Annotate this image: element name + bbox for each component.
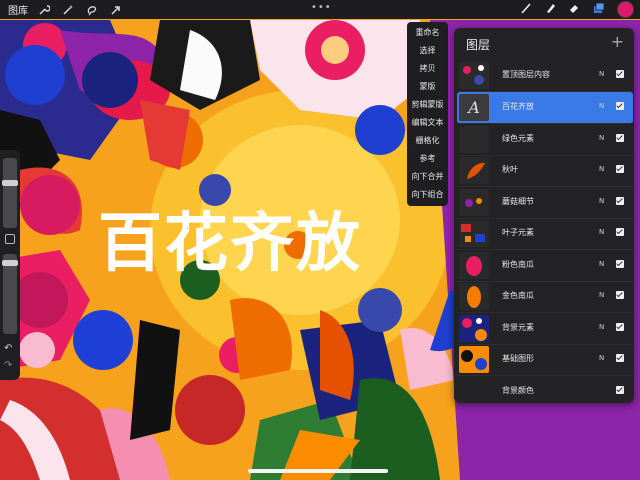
- visibility-checkbox[interactable]: [616, 165, 624, 173]
- blend-mode-button[interactable]: N: [599, 134, 604, 142]
- layer-row[interactable]: 粉色南瓜 N: [457, 250, 633, 282]
- blend-mode-button[interactable]: N: [599, 102, 604, 110]
- menu-item-merge-down[interactable]: 向下合并: [407, 168, 448, 186]
- layer-row[interactable]: 绿色元素 N: [457, 124, 633, 156]
- top-toolbar: 图库 •••: [0, 0, 640, 19]
- left-sidebar: ↶ ↷: [0, 150, 20, 380]
- layer-row[interactable]: 背景元素 N: [457, 313, 633, 345]
- layer-row[interactable]: 叶子元素 N: [457, 218, 633, 250]
- color-swatch[interactable]: [617, 1, 634, 18]
- tool-group: [520, 1, 634, 18]
- brush-size-slider[interactable]: [2, 158, 18, 228]
- layer-options-menu: 重命名 选择 拷贝 蒙版 剪辑蒙版 编辑文本 栅格化 参考 向下合并 向下组合: [407, 22, 448, 206]
- layer-thumbnail: [459, 220, 489, 247]
- wrench-icon[interactable]: [36, 2, 52, 18]
- layer-thumbnail: [459, 126, 489, 153]
- selection-icon[interactable]: [84, 2, 100, 18]
- more-options-button[interactable]: •••: [311, 2, 332, 13]
- layer-thumbnail: [459, 157, 489, 184]
- menu-item-select[interactable]: 选择: [407, 42, 448, 60]
- menu-item-rename[interactable]: 重命名: [407, 24, 448, 42]
- brush-size-thumb[interactable]: [2, 180, 18, 186]
- layer-thumbnail: [459, 346, 489, 373]
- visibility-checkbox[interactable]: [616, 102, 624, 110]
- layer-row[interactable]: 蘑菇细节 N: [457, 187, 633, 219]
- layer-name: 基础图形: [502, 354, 534, 363]
- opacity-slider[interactable]: [2, 254, 18, 334]
- menu-item-mask[interactable]: 蒙版: [407, 78, 448, 96]
- visibility-checkbox[interactable]: [616, 354, 624, 362]
- layer-row[interactable]: 基础图形 N: [457, 344, 633, 376]
- blend-mode-button[interactable]: N: [599, 323, 604, 331]
- layers-panel-title: 图层: [466, 38, 491, 52]
- brush-icon[interactable]: [520, 2, 532, 17]
- layers-panel: 图层 + 置顶图层内容 N A 百花齐放 N 绿色元素 N 秋叶 N 蘑菇细节 …: [454, 28, 634, 403]
- visibility-checkbox[interactable]: [616, 228, 624, 236]
- layer-thumbnail: [459, 252, 489, 279]
- layer-name: 置顶图层内容: [502, 70, 550, 79]
- opacity-thumb[interactable]: [2, 260, 18, 266]
- layer-thumbnail: [459, 62, 489, 89]
- visibility-checkbox[interactable]: [616, 386, 624, 394]
- eraser-icon[interactable]: [568, 2, 580, 17]
- undo-icon[interactable]: ↶: [4, 343, 12, 354]
- add-layer-button[interactable]: +: [611, 32, 624, 51]
- layer-name: 背景颜色: [502, 386, 534, 395]
- menu-item-reference[interactable]: 参考: [407, 150, 448, 168]
- visibility-checkbox[interactable]: [616, 134, 624, 142]
- blend-mode-button[interactable]: N: [599, 70, 604, 78]
- redo-icon[interactable]: ↷: [4, 360, 12, 371]
- home-indicator[interactable]: [248, 469, 388, 473]
- layer-name: 叶子元素: [502, 228, 534, 237]
- menu-item-clipping-mask[interactable]: 剪辑蒙版: [407, 96, 448, 114]
- layer-name: 百花齐放: [502, 102, 534, 111]
- menu-item-combine-down[interactable]: 向下组合: [407, 186, 448, 204]
- visibility-checkbox[interactable]: [616, 323, 624, 331]
- blend-mode-button[interactable]: N: [599, 354, 604, 362]
- text-layer-thumbnail: A: [459, 94, 489, 121]
- visibility-checkbox[interactable]: [616, 70, 624, 78]
- layer-name: 蘑菇细节: [502, 197, 534, 206]
- layer-name: 绿色元素: [502, 134, 534, 143]
- text-layer-glyph: A: [468, 98, 480, 117]
- visibility-checkbox[interactable]: [616, 260, 624, 268]
- transform-arrow-icon[interactable]: [108, 2, 124, 18]
- layer-row-selected[interactable]: A 百花齐放 N: [457, 92, 633, 124]
- blend-mode-button[interactable]: N: [599, 291, 604, 299]
- gallery-button[interactable]: 图库: [8, 2, 28, 17]
- layer-name: 粉色南瓜: [502, 260, 534, 269]
- visibility-checkbox[interactable]: [616, 197, 624, 205]
- blend-mode-button[interactable]: N: [599, 228, 604, 236]
- layer-thumbnail: [459, 283, 489, 310]
- layer-row[interactable]: 秋叶 N: [457, 155, 633, 187]
- magic-wand-icon[interactable]: [60, 2, 76, 18]
- layer-name: 秋叶: [502, 165, 518, 174]
- layer-name: 背景元素: [502, 323, 534, 332]
- layers-icon[interactable]: [592, 2, 605, 17]
- visibility-checkbox[interactable]: [616, 291, 624, 299]
- blend-mode-button[interactable]: N: [599, 260, 604, 268]
- menu-item-copy[interactable]: 拷贝: [407, 60, 448, 78]
- layer-row-background[interactable]: 背景颜色: [457, 376, 633, 407]
- layer-name: 金色南瓜: [502, 291, 534, 300]
- modify-button[interactable]: [5, 234, 15, 244]
- smudge-icon[interactable]: [544, 2, 556, 17]
- menu-item-edit-text[interactable]: 编辑文本: [407, 114, 448, 132]
- menu-item-rasterize[interactable]: 栅格化: [407, 132, 448, 150]
- layer-thumbnail: [459, 315, 489, 342]
- layer-thumbnail: [459, 189, 489, 216]
- layer-row[interactable]: 置顶图层内容 N: [457, 60, 633, 92]
- layer-row[interactable]: 金色南瓜 N: [457, 281, 633, 313]
- artwork-title-text: 百花齐放: [98, 207, 362, 281]
- blend-mode-button[interactable]: N: [599, 197, 604, 205]
- blend-mode-button[interactable]: N: [599, 165, 604, 173]
